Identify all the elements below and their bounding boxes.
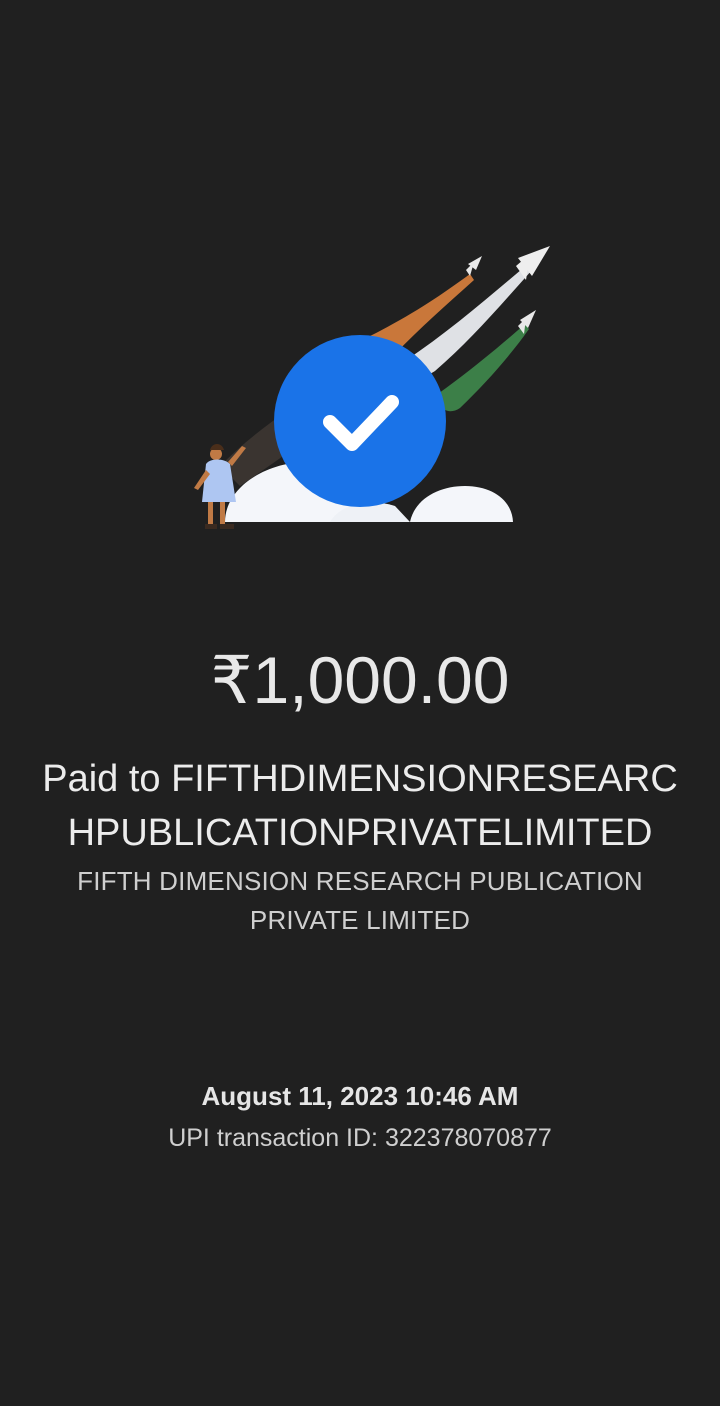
paid-to-text: Paid to FIFTHDIMENSIONRESEARCHPUBLICATIO… [42,758,678,854]
cloud [410,486,513,522]
jet-icon [466,256,482,276]
success-badge [274,335,446,507]
payment-success-illustration [180,236,560,536]
transaction-datetime: August 11, 2023 10:46 AM [201,1081,519,1111]
transaction-id: UPI transaction ID: 322378070877 [168,1124,552,1152]
payment-amount: ₹1,000.00 [210,643,510,717]
merchant-name: FIFTH DIMENSION RESEARCH PUBLICATION PRI… [77,866,643,935]
